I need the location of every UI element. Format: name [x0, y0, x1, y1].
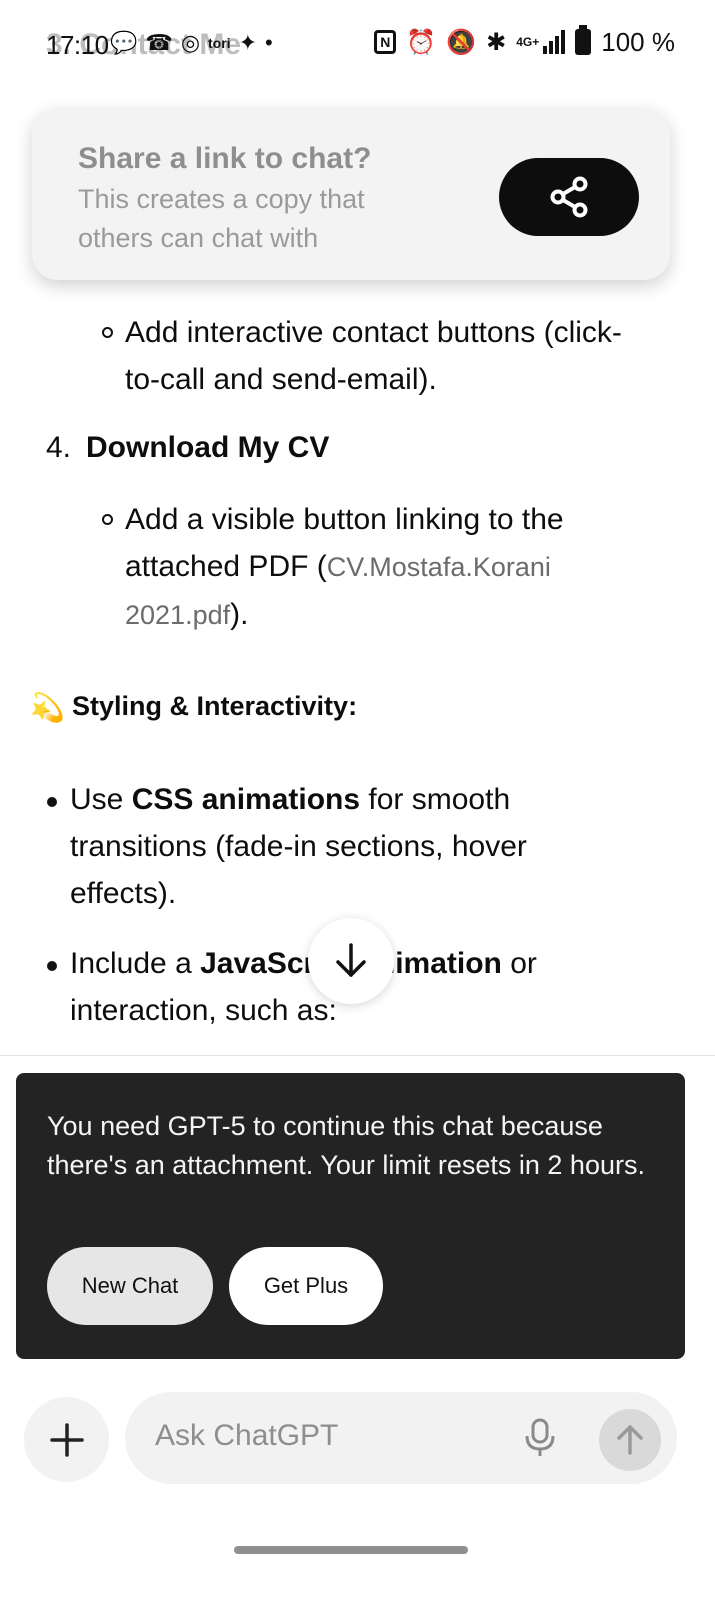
usage-limit-banner: You need GPT-5 to continue this chat bec…: [16, 1073, 685, 1359]
scroll-to-bottom-button[interactable]: [308, 918, 394, 1004]
divider: [0, 1055, 715, 1056]
system-icons: N ⏰ 🔕 ✱ 4G+ 100 %: [374, 24, 675, 60]
bullet-icon: [102, 514, 113, 525]
add-attachment-button[interactable]: [24, 1397, 109, 1482]
styling-heading: Styling & Interactivity:: [72, 691, 358, 721]
contact-buttons-bullet: Add interactive contact buttons (click-t…: [125, 316, 622, 396]
new-chat-button[interactable]: New Chat: [47, 1247, 213, 1325]
download-cv-heading: Download My CV: [86, 431, 330, 464]
share-popup-title: Share a link to chat?: [78, 142, 372, 175]
bullet2-prefix: Include a: [70, 947, 201, 980]
bullet1-bold: CSS animations: [131, 783, 361, 816]
bullet1-prefix: Use: [70, 783, 132, 816]
microphone-button[interactable]: [523, 1418, 557, 1458]
more-notifications-dot-icon: •: [265, 30, 273, 55]
alarm-icon: ⏰: [406, 28, 437, 56]
dizzy-emoji-icon: 💫: [30, 692, 65, 723]
cv-bullet: Add a visible button linking to the atta…: [125, 496, 645, 639]
cv-bullet-suffix: ).: [230, 598, 249, 631]
signal-icon: [543, 30, 566, 54]
share-link-popup: Share a link to chat? This creates a cop…: [32, 108, 670, 280]
message-composer: [125, 1392, 677, 1484]
nfc-icon: N: [374, 30, 397, 54]
notification-icons: 💬 ☎ ◎ tori ✦ •: [110, 28, 273, 58]
share-popup-description: This creates a copy that others can chat…: [78, 184, 365, 253]
send-button[interactable]: [599, 1409, 661, 1471]
bluetooth-icon: ✱: [486, 28, 507, 56]
status-bar: 17:10 💬 ☎ ◎ tori ✦ • N ⏰ 🔕 ✱ 4G+ 100 %: [0, 0, 715, 80]
bullet-icon: [47, 961, 57, 971]
chat-bubble-icon: 💬: [110, 30, 138, 55]
arrow-down-icon: [336, 943, 366, 977]
bullet-icon: [47, 797, 57, 807]
limit-message: You need GPT-5 to continue this chat bec…: [47, 1111, 645, 1180]
battery-percent: 100 %: [601, 26, 675, 57]
get-plus-button[interactable]: Get Plus: [229, 1247, 383, 1325]
viber-icon: ◎: [180, 30, 201, 55]
network-type-label: 4G+: [516, 35, 540, 49]
status-time: 17:10: [46, 30, 109, 60]
home-indicator[interactable]: [234, 1546, 468, 1554]
message-input[interactable]: [155, 1414, 475, 1458]
share-button[interactable]: [499, 158, 639, 236]
bullet-icon: [102, 327, 113, 338]
microphone-icon: [525, 1418, 555, 1456]
silent-bell-icon: 🔕: [446, 28, 477, 56]
missed-call-icon: ☎: [145, 30, 173, 55]
battery-icon: [575, 25, 592, 55]
arrow-up-icon: [617, 1425, 643, 1455]
plus-icon: [49, 1422, 84, 1457]
list-number-4: 4.: [46, 431, 72, 464]
app-notification-icon: ✦: [238, 30, 258, 55]
css-animations-bullet: Use CSS animations for smooth transition…: [70, 776, 630, 917]
share-icon: [550, 176, 588, 218]
tori-app-label: tori: [208, 35, 231, 51]
